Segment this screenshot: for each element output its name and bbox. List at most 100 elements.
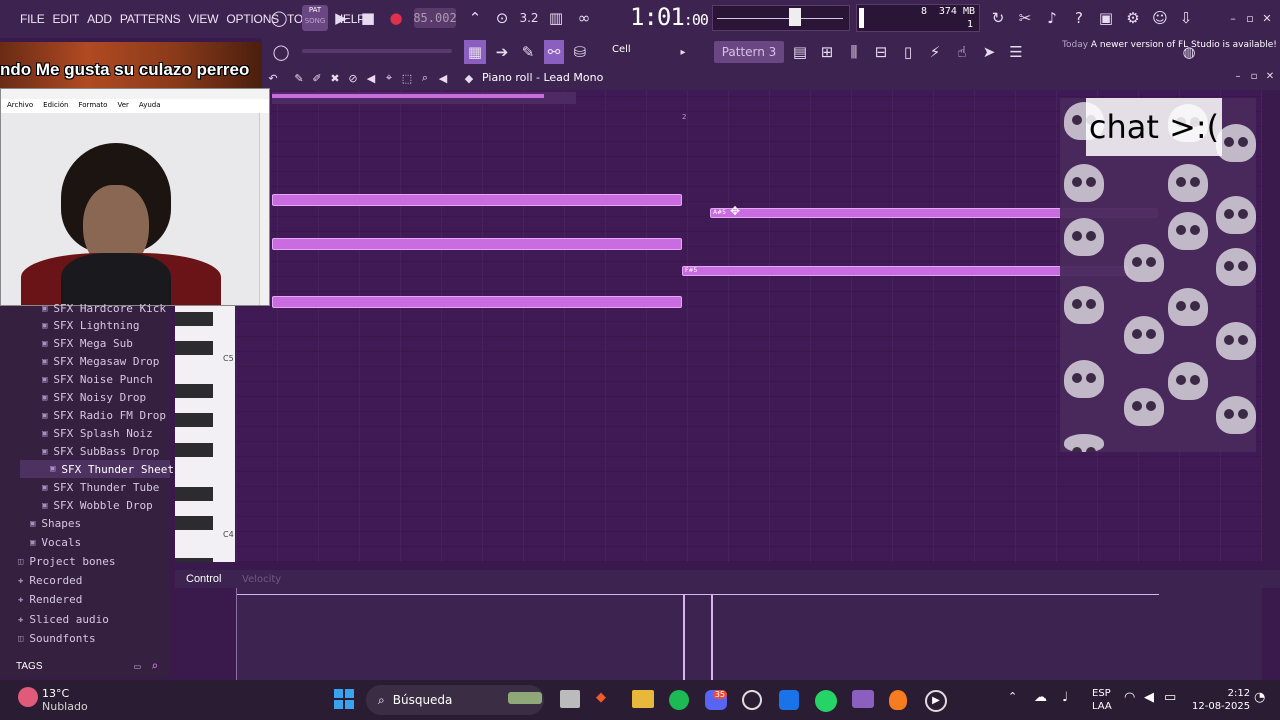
app-icon[interactable] [852, 690, 874, 708]
pattern-selector[interactable]: Pattern 3 [714, 41, 784, 63]
maximize-icon[interactable]: ▫ [1243, 6, 1257, 30]
black-key[interactable] [175, 443, 213, 457]
undo-icon[interactable]: ↻ [988, 6, 1008, 30]
wifi-icon[interactable]: ◠ [1124, 690, 1135, 705]
undo-arrow-icon[interactable]: ↶ [266, 66, 280, 90]
pr-minimize-icon[interactable]: – [1232, 64, 1244, 88]
system-clock[interactable]: 2:12 12-08-2025 [1192, 687, 1250, 713]
spotify-icon[interactable] [669, 690, 689, 710]
mixer-icon[interactable]: ⫼ [844, 40, 864, 64]
folder-icon[interactable]: ▭ [134, 660, 141, 673]
note-block[interactable] [272, 238, 682, 250]
song-position[interactable]: 1:01:00 [630, 3, 709, 31]
piano-roll-icon[interactable]: ▦ [464, 40, 486, 64]
pr-maximize-icon[interactable]: ▫ [1248, 64, 1260, 88]
download-icon[interactable]: ⇩ [1176, 6, 1196, 30]
browser-icon[interactable]: ⊟ [871, 40, 891, 64]
draw-tool-icon[interactable]: ✎ [292, 66, 306, 90]
discord-icon[interactable]: 35 [705, 690, 727, 710]
menu-formato[interactable]: Formato [79, 101, 108, 109]
delete-tool-icon[interactable]: ✖ [328, 66, 342, 90]
pen-icon[interactable]: ✎ [518, 40, 538, 64]
black-key[interactable] [175, 487, 213, 501]
tools-icon[interactable]: ✂ [1015, 6, 1035, 30]
browser-item-selected[interactable]: ▣ SFX Thunder Sheet [20, 460, 174, 478]
menu-ver[interactable]: Ver [117, 101, 128, 109]
browser-item[interactable]: ✚ Sliced audio [18, 613, 109, 626]
wait-input-icon[interactable]: ⊙ [492, 6, 512, 30]
tags-label[interactable]: TAGS [16, 661, 42, 672]
browser-item[interactable]: ▣ Vocals [30, 536, 81, 549]
browser-item[interactable]: ▣ SFX Megasaw Drop [42, 355, 159, 368]
velocity-bar[interactable] [711, 594, 713, 680]
paint-tool-icon[interactable]: ✐ [310, 66, 324, 90]
outlook-icon[interactable] [779, 690, 799, 710]
cart-icon[interactable]: ☰ [1006, 40, 1026, 64]
browser-item[interactable]: ▣ SFX SubBass Drop [42, 445, 159, 458]
pattern-prev-icon[interactable]: ▸ [676, 40, 690, 64]
webcam-scrollbar[interactable] [259, 113, 269, 305]
stamp-icon[interactable]: ⛁ [570, 40, 590, 64]
metronome-icon[interactable]: ⌃ [466, 6, 484, 30]
document-icon[interactable]: ▯ [898, 40, 918, 64]
black-key[interactable] [175, 558, 213, 562]
black-key[interactable] [175, 516, 213, 530]
microphone-icon[interactable]: ♩ [1062, 690, 1068, 705]
browser-item[interactable]: ◫ Soundfonts [18, 632, 96, 645]
browser-item[interactable]: ▣ SFX Mega Sub [42, 337, 133, 350]
task-view-icon[interactable] [560, 690, 580, 708]
velocity-label[interactable]: Velocity [242, 574, 281, 585]
touch-icon[interactable]: ☝ [952, 40, 972, 64]
browser-item[interactable]: ▣ SFX Noise Punch [42, 373, 153, 386]
plug-icon[interactable]: ⚡ [925, 40, 945, 64]
menu-add[interactable]: ADD [87, 12, 112, 26]
browser-item[interactable]: ▣ SFX Radio FM Drop [42, 409, 166, 422]
browser-item[interactable]: ✚ Recorded [18, 574, 82, 587]
blend-notes-icon[interactable]: ▥ [546, 6, 566, 30]
menu-archivo[interactable]: Archivo [7, 101, 33, 109]
pat-song-toggle[interactable]: PAT SONG [302, 5, 328, 31]
chat-icon[interactable]: ☺ [1150, 6, 1170, 30]
globe-icon[interactable]: ◍ [1180, 40, 1198, 64]
browser-item[interactable]: ✚ Rendered [18, 593, 82, 606]
export-icon[interactable]: ➤ [979, 40, 999, 64]
obs-icon[interactable] [742, 690, 762, 710]
browser-item[interactable]: ▣ Shapes [30, 517, 81, 530]
note-block[interactable] [272, 194, 682, 206]
browser-item[interactable]: ▣ SFX Lightning [42, 319, 140, 332]
browser-item[interactable]: ◫ Project bones [18, 555, 116, 568]
menu-ayuda[interactable]: Ayuda [139, 101, 161, 109]
search-icon[interactable]: ⌕ [151, 659, 158, 673]
cloud-icon[interactable]: ☁ [1034, 690, 1047, 705]
snap-selector[interactable]: Cell [612, 44, 631, 55]
tempo-display[interactable]: 85.002 [413, 8, 457, 28]
menu-view[interactable]: VIEW [188, 12, 218, 26]
channel-rack-icon[interactable]: ⊞ [817, 40, 837, 64]
black-key[interactable] [175, 413, 213, 427]
weather-icon[interactable] [18, 687, 38, 707]
arrow-icon[interactable]: ➔ [492, 40, 512, 64]
save-icon[interactable]: ▣ [1096, 6, 1116, 30]
menu-file[interactable]: FILE [20, 12, 45, 26]
weather-widget[interactable]: 13°C Nublado [42, 687, 88, 713]
plugin-icon[interactable]: ⚙ [1123, 6, 1143, 30]
speaker-icon[interactable]: ◆ [462, 66, 476, 90]
zoom-tool-icon[interactable]: ⌕ [418, 66, 432, 90]
menu-patterns[interactable]: PATTERNS [120, 12, 181, 26]
loop-record-icon[interactable]: ∞ [574, 6, 594, 30]
file-explorer-icon[interactable] [632, 690, 654, 708]
language-indicator[interactable]: ESP LAA [1092, 687, 1112, 713]
slice-tool-icon[interactable]: ⌖ [382, 66, 396, 90]
control-label[interactable]: Control [186, 573, 221, 585]
webcam-titlebar[interactable] [1, 89, 269, 99]
master-volume-knob[interactable]: ◯ [268, 6, 290, 30]
tray-chevron-icon[interactable]: ⌃ [1008, 690, 1017, 703]
stop-icon[interactable]: ■ [360, 6, 376, 30]
brave-icon[interactable]: ◆ [596, 690, 606, 705]
whatsapp-icon[interactable] [815, 690, 837, 712]
minimize-icon[interactable]: – [1226, 6, 1240, 30]
browser-item[interactable]: ▣ SFX Splash Noiz [42, 427, 153, 440]
volume-icon[interactable]: ◀ [1144, 690, 1154, 705]
notification-icon[interactable]: ◔ [1254, 690, 1265, 705]
black-key[interactable] [175, 341, 213, 355]
